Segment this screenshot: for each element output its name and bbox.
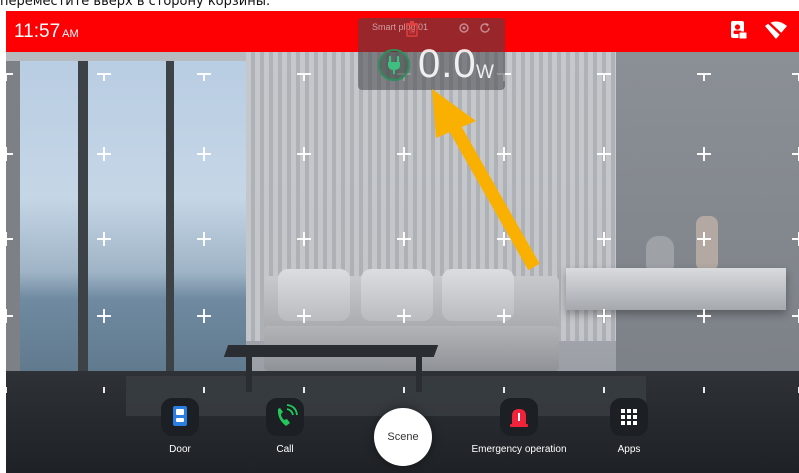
device-screen: 11:57 AM Smart plug 01 0.0 W Door Call S… xyxy=(6,11,799,473)
grid-tick xyxy=(603,387,605,393)
grid-marker xyxy=(597,67,611,81)
wallpaper-shelf xyxy=(566,268,786,310)
grid-tick xyxy=(303,387,305,393)
grid-marker xyxy=(597,147,611,161)
power-unit: W xyxy=(476,62,494,83)
clock: 11:57 AM xyxy=(14,21,79,43)
wallpaper-table-leg xyxy=(416,357,422,392)
phone-icon xyxy=(266,398,304,436)
dock-item-apps[interactable]: Apps xyxy=(610,398,648,455)
scene-button[interactable]: Scene xyxy=(374,408,432,466)
wallpaper-window-frame xyxy=(6,61,246,401)
grid-marker xyxy=(397,232,411,246)
grid-marker xyxy=(697,232,711,246)
alarm-icon xyxy=(500,398,538,436)
smart-plug-widget[interactable]: Smart plug 01 0.0 W xyxy=(358,18,505,90)
dock-label-call: Call xyxy=(276,444,294,455)
grid-tick xyxy=(6,387,7,393)
dock-label-apps: Apps xyxy=(617,444,641,455)
grid-marker xyxy=(597,232,611,246)
grid-tick xyxy=(403,387,405,393)
dock-item-emergency-operation[interactable]: Emergency operation xyxy=(471,398,567,455)
grid-marker xyxy=(792,309,799,323)
grid-marker xyxy=(197,232,211,246)
grid-marker xyxy=(97,147,111,161)
grid-tick xyxy=(503,387,505,393)
grid-tick xyxy=(703,387,705,393)
grid-marker xyxy=(792,67,799,81)
grid-marker xyxy=(397,309,411,323)
plug-icon[interactable] xyxy=(378,49,410,81)
dock-label-door: Door xyxy=(169,444,191,455)
grid-marker xyxy=(597,309,611,323)
grid-marker xyxy=(6,67,13,81)
settings-icon[interactable] xyxy=(458,21,470,33)
grid-marker xyxy=(792,232,799,246)
refresh-icon[interactable] xyxy=(479,21,491,33)
grid-marker xyxy=(792,147,799,161)
apps-grid-icon xyxy=(610,398,648,436)
grid-marker xyxy=(97,232,111,246)
wallpaper-table-leg xyxy=(246,357,252,392)
grid-marker xyxy=(297,147,311,161)
grid-marker xyxy=(697,309,711,323)
wifi-off-icon[interactable] xyxy=(764,19,787,41)
clock-ampm: AM xyxy=(62,28,79,40)
wallpaper-cushion xyxy=(278,269,350,321)
wallpaper-table xyxy=(223,345,439,357)
grid-marker xyxy=(6,309,13,323)
grid-marker xyxy=(6,232,13,246)
grid-marker xyxy=(497,147,511,161)
grid-marker xyxy=(297,67,311,81)
grid-marker xyxy=(297,232,311,246)
grid-marker xyxy=(6,147,13,161)
grid-marker xyxy=(397,147,411,161)
contact-card-icon[interactable] xyxy=(727,19,749,41)
grid-marker xyxy=(297,309,311,323)
grid-marker xyxy=(97,309,111,323)
grid-marker xyxy=(697,147,711,161)
power-value: 0.0 xyxy=(418,42,477,86)
dock-label-scene: Scene xyxy=(387,431,419,443)
grid-tick xyxy=(203,387,205,393)
grid-marker xyxy=(197,309,211,323)
clock-time: 11:57 xyxy=(14,21,61,42)
grid-marker xyxy=(497,232,511,246)
grid-tick xyxy=(103,387,105,393)
instruction-caption: переместите вверх в сторону корзины. xyxy=(0,0,271,9)
grid-marker xyxy=(697,67,711,81)
dock-item-call[interactable]: Call xyxy=(266,398,304,455)
door-icon xyxy=(161,398,199,436)
widget-device-name: Smart plug 01 xyxy=(372,22,429,32)
grid-marker xyxy=(497,309,511,323)
grid-marker xyxy=(97,67,111,81)
wallpaper-rug xyxy=(126,376,646,416)
dock-label-emergency-operation: Emergency operation xyxy=(471,444,567,455)
grid-marker xyxy=(197,147,211,161)
trash-icon[interactable] xyxy=(405,21,419,37)
wallpaper-vase xyxy=(646,236,674,271)
grid-marker xyxy=(197,67,211,81)
dock-item-door[interactable]: Door xyxy=(161,398,199,455)
